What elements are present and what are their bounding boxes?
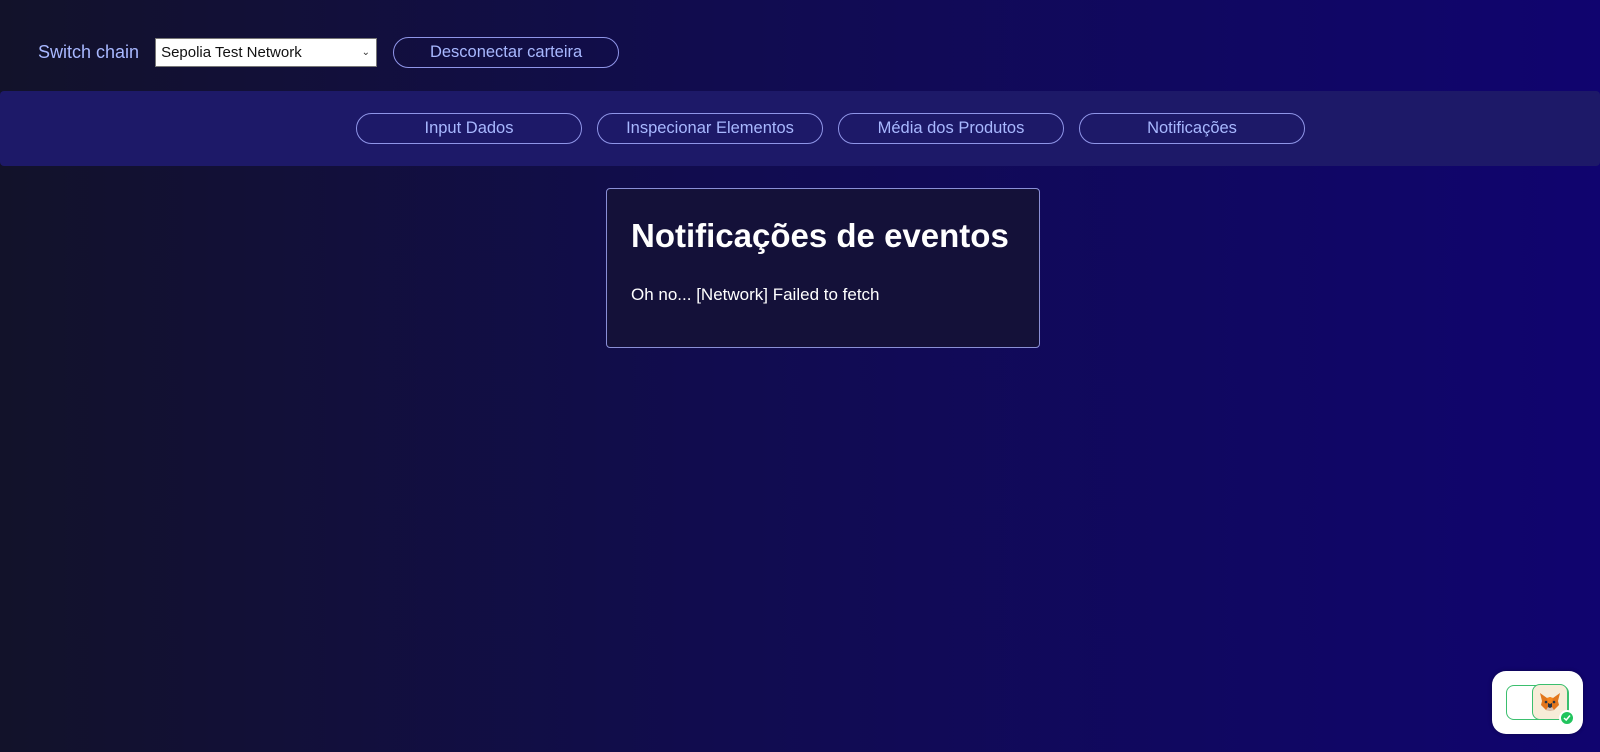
top-bar: Switch chain Sepolia Test Network ⌄ Desc… xyxy=(38,37,620,68)
chain-select[interactable]: Sepolia Test Network ⌄ xyxy=(155,38,378,67)
check-icon xyxy=(1559,710,1575,726)
notifications-card: Notificações de eventos Oh no... [Networ… xyxy=(606,188,1040,348)
switch-chain-label: Switch chain xyxy=(38,42,140,62)
chevron-down-icon: ⌄ xyxy=(361,47,371,58)
error-message: Oh no... [Network] Failed to fetch xyxy=(631,285,880,304)
tab-input-dados[interactable]: Input Dados xyxy=(356,113,582,144)
disconnect-wallet-button[interactable]: Desconectar carteira xyxy=(393,37,620,68)
tab-inspecionar-elementos[interactable]: Inspecionar Elementos xyxy=(597,113,823,144)
nav-tabs: Input Dados Inspecionar Elementos Média … xyxy=(356,113,1305,144)
tab-media-dos-produtos[interactable]: Média dos Produtos xyxy=(838,113,1064,144)
chain-select-value: Sepolia Test Network xyxy=(161,44,302,61)
nav-bar: Input Dados Inspecionar Elementos Média … xyxy=(0,91,1600,166)
wallet-widget[interactable] xyxy=(1492,671,1583,734)
tab-notificacoes[interactable]: Notificações xyxy=(1079,113,1305,144)
card-title: Notificações de eventos xyxy=(631,217,1009,254)
